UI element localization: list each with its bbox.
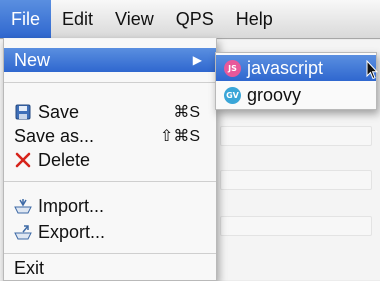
- submenu-item-groovy[interactable]: GV groovy: [216, 82, 376, 108]
- menu-item-export[interactable]: Export...: [4, 220, 216, 244]
- menu-item-save-label: Save: [38, 101, 80, 122]
- menu-separator: [4, 253, 216, 254]
- menu-separator: [4, 82, 216, 83]
- menu-item-save-shortcut: ⌘S: [173, 104, 200, 121]
- groovy-icon: GV: [224, 86, 241, 104]
- menu-view[interactable]: View: [104, 0, 165, 38]
- submenu-item-javascript[interactable]: JS javascript: [216, 55, 376, 81]
- export-tray-icon: [14, 223, 32, 241]
- background-field: [220, 126, 372, 146]
- menu-item-import[interactable]: Import...: [4, 194, 216, 218]
- menu-help[interactable]: Help: [225, 0, 284, 38]
- javascript-icon: JS: [224, 59, 241, 77]
- menu-qps[interactable]: QPS: [165, 0, 225, 38]
- menu-item-exit-label: Exit: [14, 257, 45, 278]
- menu-item-import-label: Import...: [38, 195, 105, 216]
- menu-item-save-as[interactable]: Save as... ⇧⌘S: [4, 124, 216, 148]
- submenu-item-javascript-label: javascript: [247, 57, 324, 78]
- red-x-icon: [14, 151, 32, 169]
- triangle-right-icon: ▶: [192, 53, 202, 67]
- menu-item-save-as-shortcut: ⇧⌘S: [159, 128, 200, 145]
- menu-item-delete-label: Delete: [38, 149, 91, 170]
- menu-item-export-label: Export...: [38, 221, 106, 242]
- menu-file[interactable]: File: [0, 0, 52, 38]
- menubar: File Edit View QPS Help: [0, 0, 380, 39]
- menu-item-save[interactable]: Save ⌘S: [4, 100, 216, 124]
- mouse-pointer-icon: [366, 59, 379, 85]
- submenu-item-groovy-label: groovy: [247, 84, 302, 105]
- menu-item-exit[interactable]: Exit: [4, 256, 216, 280]
- menu-item-delete[interactable]: Delete: [4, 148, 216, 172]
- background-field: [220, 216, 372, 236]
- menu-edit[interactable]: Edit: [51, 0, 104, 38]
- background-field: [220, 170, 372, 190]
- menu-item-new[interactable]: New ▶: [4, 48, 216, 72]
- menu-separator: [4, 181, 216, 182]
- file-menu-dropdown: New ▶ Save ⌘S Save as... ⇧⌘S Delete Impo…: [3, 38, 217, 281]
- menu-item-save-as-label: Save as...: [14, 125, 95, 146]
- new-submenu: JS javascript GV groovy: [215, 52, 377, 110]
- floppy-disk-icon: [14, 103, 32, 121]
- import-tray-icon: [14, 197, 32, 215]
- menu-item-new-label: New: [14, 49, 51, 70]
